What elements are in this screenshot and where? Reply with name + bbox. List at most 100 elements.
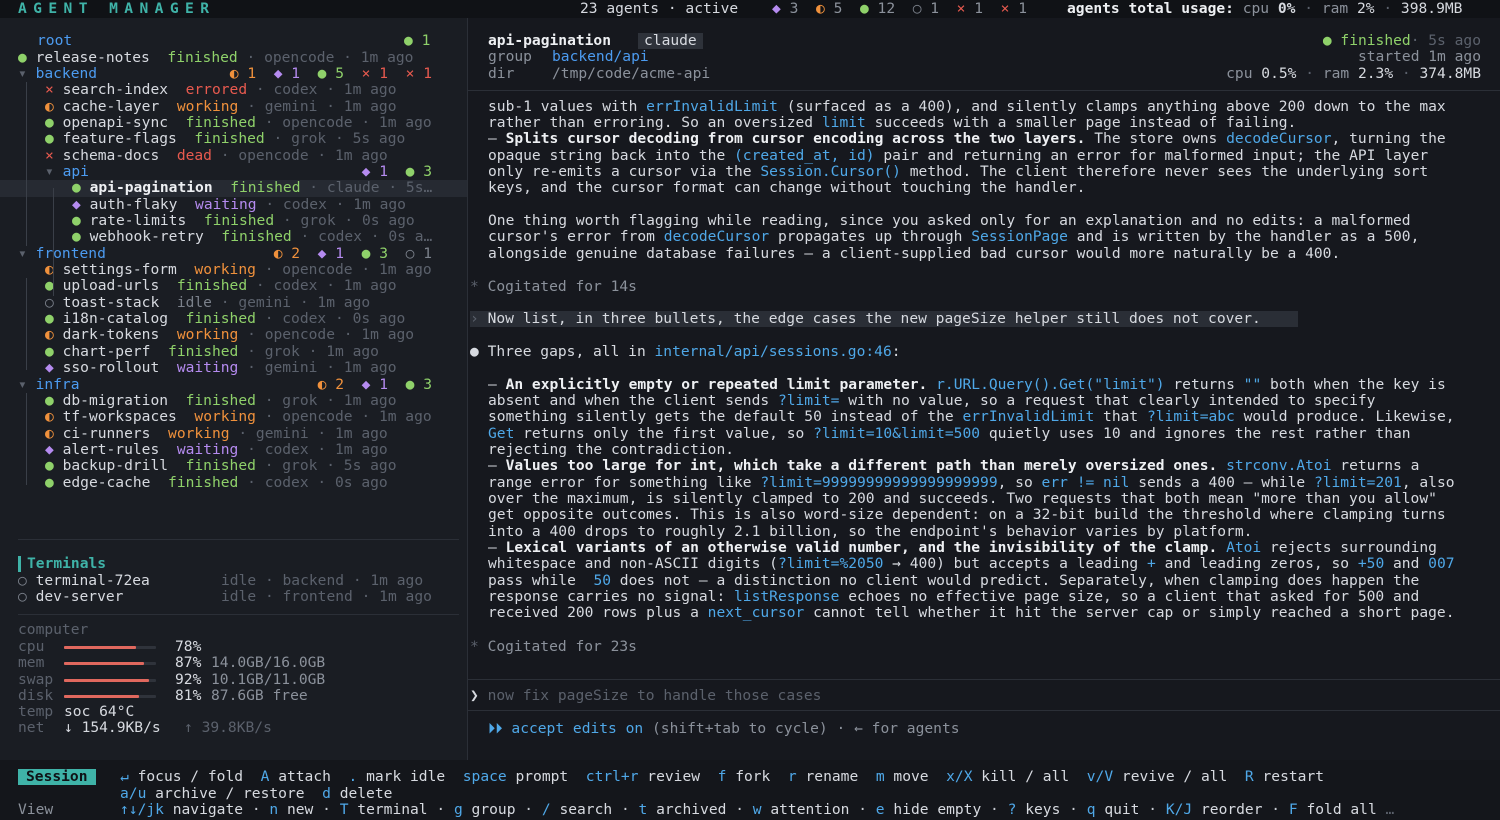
separator: ·: [299, 342, 327, 360]
tree-root[interactable]: root: [37, 32, 72, 49]
stat-percent: 87%: [175, 654, 202, 672]
count-value: 3: [423, 162, 432, 180]
agent-row[interactable]: ● backup-drill finished · grok · 5s ago: [45, 458, 397, 474]
agent-row[interactable]: ● i18n-catalog finished · codex · 0s ago: [45, 310, 405, 327]
agent-age: 1m ago: [343, 277, 397, 295]
agent-row[interactable]: ● feature-flags finished · grok · 5s ago: [45, 131, 405, 147]
chevron-down-icon[interactable]: ▾: [18, 245, 36, 262]
stat-value: 1: [1018, 0, 1028, 17]
agent-age: 1m ago: [335, 146, 388, 164]
keybinding[interactable]: w attention: [753, 801, 850, 818]
keybinding[interactable]: K/J reorder: [1166, 801, 1263, 818]
agent-status: errored: [185, 81, 248, 99]
keybinding[interactable]: r rename: [788, 768, 858, 785]
usage-mem: 398.9MB: [1400, 0, 1463, 17]
agent-row[interactable]: ○ toast-stack idle · gemini · 1m ago: [45, 294, 370, 311]
agent-row[interactable]: ◐ cache-layer working · gemini · 1m ago: [45, 98, 397, 115]
agent-row[interactable]: ● openapi-sync finished · opencode · 1m …: [45, 113, 432, 131]
circle-icon: ●: [18, 48, 27, 66]
usage-label: agents total usage:: [1067, 0, 1234, 17]
keybinding[interactable]: / search: [542, 801, 612, 818]
keybinding[interactable]: ? keys: [1008, 801, 1061, 818]
keybinding[interactable]: ↑↓/jk navigate: [120, 801, 243, 818]
edit-mode[interactable]: ⏵⏵ accept edits on (shift+tab to cycle) …: [488, 720, 960, 737]
group-name: api: [62, 162, 89, 180]
key-action: review: [647, 768, 701, 785]
keybinding[interactable]: q quit: [1087, 801, 1140, 818]
ring-icon: ○: [405, 244, 415, 262]
key-action: archive / restore: [155, 785, 305, 802]
diamond-icon: ◆: [361, 375, 371, 393]
group-label: group: [488, 48, 532, 65]
diamond-icon: ◆: [72, 195, 81, 213]
keybinding[interactable]: x/X kill / all: [946, 768, 1069, 785]
file-path-link[interactable]: internal/api/sessions.go:46: [655, 343, 892, 360]
keybinding[interactable]: . mark idle: [349, 768, 446, 785]
agent-row[interactable]: ◐ settings-form working · opencode · 1m …: [45, 261, 432, 278]
agent-row[interactable]: ◐ tf-workspaces working · opencode · 1m …: [45, 408, 432, 426]
key: e: [875, 801, 885, 818]
keybinding[interactable]: ↵ focus / fold: [120, 768, 243, 785]
group-row[interactable]: ▾ infra: [18, 376, 80, 393]
chevron-down-icon[interactable]: ▾: [18, 65, 36, 82]
keybinding[interactable]: space prompt: [463, 768, 568, 785]
agent-age: 1m ago: [360, 48, 414, 66]
circle-icon: ●: [45, 113, 54, 131]
agent-row[interactable]: ● edge-cache finished · codex · 0s ago: [45, 474, 388, 491]
agent-row[interactable]: ● upload-urls finished · codex · 1m ago: [45, 278, 397, 294]
keybinding[interactable]: a/u archive / restore: [120, 785, 305, 802]
stat-value: 5: [833, 0, 843, 17]
transcript-line: absent and when the client sends ?limit=…: [488, 392, 1375, 409]
agent-row[interactable]: ● rate-limits finished · grok · 0s ago: [72, 212, 415, 229]
keybinding[interactable]: T terminal: [340, 801, 428, 818]
agent-row[interactable]: ◆ sso-rollout waiting · gemini · 1m ago: [45, 359, 397, 377]
separator: ·: [335, 326, 362, 344]
session-badge: Session: [18, 768, 96, 786]
agent-row[interactable]: ◐ ci-runners working · gemini · 1m ago: [45, 425, 388, 442]
keybinding[interactable]: d delete: [322, 785, 392, 802]
terminal-row[interactable]: ○ terminal-72ea: [18, 572, 150, 589]
agent-row[interactable]: ● webhook-retry finished · codex · 0s a…: [72, 229, 432, 245]
keybinding[interactable]: n new: [269, 801, 313, 818]
chevron-down-icon[interactable]: ▾: [45, 163, 63, 180]
agent-model: codex: [273, 81, 318, 99]
disk-bar-fill: [64, 695, 139, 699]
chevron-down-icon[interactable]: ▾: [18, 376, 36, 393]
agent-status: working: [194, 408, 256, 426]
keybinding[interactable]: v/V revive / all: [1087, 768, 1228, 785]
agent-row[interactable]: ● api-pagination finished · claude · 5s…: [72, 180, 432, 196]
keybinding[interactable]: F fold all: [1289, 801, 1377, 818]
prompt-input[interactable]: ❯ now fix pageSize to handle those cases: [470, 687, 1490, 704]
terminal-row[interactable]: ○ dev-server: [18, 589, 123, 605]
keybinding[interactable]: R restart: [1245, 768, 1324, 785]
group-row[interactable]: ▾ backend: [18, 65, 97, 82]
key-action: terminal: [357, 801, 428, 818]
agent-name: feature-flags: [62, 130, 177, 148]
group-row[interactable]: ▾ frontend: [18, 245, 106, 262]
key-action: focus / fold: [137, 768, 244, 785]
keybinding[interactable]: e hide empty: [876, 801, 981, 818]
agent-age: 1m ago: [343, 359, 397, 377]
agent-row[interactable]: ● chart-perf finished · grok · 1m ago: [45, 342, 379, 360]
key-action: attach: [278, 768, 331, 785]
circle-icon: ●: [404, 32, 413, 49]
terminal-meta: idle · frontend · 1m ago: [221, 588, 432, 606]
agent-row[interactable]: ◆ auth-flaky waiting · codex · 1m ago: [72, 195, 406, 213]
keybinding[interactable]: f fork: [718, 768, 771, 785]
keybinding[interactable]: A attach: [261, 768, 331, 785]
group-row[interactable]: ▾ api: [45, 162, 89, 180]
group-value[interactable]: backend/api: [552, 48, 649, 65]
keybinding[interactable]: t archived: [639, 801, 727, 818]
agent-row[interactable]: × schema-docs dead · opencode · 1m ago: [45, 146, 388, 164]
agent-row[interactable]: × search-index errored · codex · 1m ago: [45, 81, 397, 99]
keybinding[interactable]: m move: [876, 768, 929, 785]
keybinding[interactable]: ctrl+r review: [586, 768, 700, 785]
keybinding[interactable]: g group: [454, 801, 516, 818]
agent-row[interactable]: ● db-migration finished · grok · 1m ago: [45, 392, 397, 409]
swap-bar: [64, 678, 156, 682]
agent-age: 5s ago: [343, 457, 397, 475]
agent-row[interactable]: ◆ alert-rules waiting · codex · 1m ago: [45, 441, 388, 458]
key: F: [1288, 801, 1298, 818]
agent-row[interactable]: ◐ dark-tokens working · opencode · 1m ag…: [45, 327, 414, 343]
agent-row[interactable]: ● release-notes finished · opencode · 1m…: [18, 48, 414, 66]
